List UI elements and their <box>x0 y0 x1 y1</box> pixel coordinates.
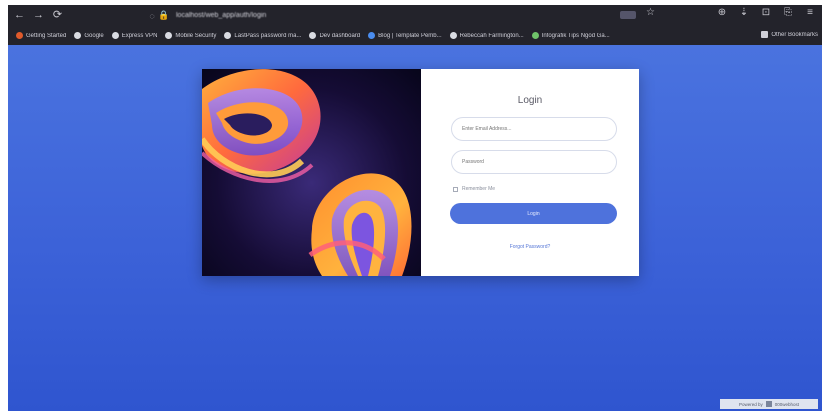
login-button[interactable]: Login <box>450 203 617 224</box>
toolbar-actions: ⊕ ⇣ ⊡ ⎘ ≡ <box>716 7 816 18</box>
bookmark-favicon-icon <box>111 32 119 39</box>
bookmark-item[interactable]: Infografik Tips Ngod Ga... <box>531 32 610 39</box>
library-icon[interactable]: ⎘ <box>782 7 794 18</box>
url-text[interactable]: localhost/web_app/auth/login <box>176 12 266 19</box>
swirl-illustration <box>202 69 412 276</box>
host-logo-icon <box>765 401 772 407</box>
login-form: Login Remember Me Login Forgot Password? <box>421 69 639 276</box>
decorative-artwork <box>202 69 421 276</box>
shield-icon: ◌ <box>149 10 155 21</box>
bookmark-favicon-icon <box>368 32 376 39</box>
bookmark-label: Google <box>84 32 104 39</box>
login-card: Login Remember Me Login Forgot Password? <box>202 69 639 276</box>
remember-label: Remember Me <box>462 186 496 192</box>
email-field[interactable] <box>451 117 617 141</box>
bookmark-item[interactable]: Dev dashboard <box>309 32 360 39</box>
reader-badge-icon[interactable] <box>620 11 636 19</box>
bookmark-item[interactable]: Rebeccah Farmington... <box>449 32 524 39</box>
login-title: Login <box>517 95 543 106</box>
bookmark-item[interactable]: Getting Started <box>16 32 66 39</box>
bookmark-favicon-icon <box>531 32 539 39</box>
extension-icon[interactable]: ⊕ <box>716 7 728 18</box>
page-background: Login Remember Me Login Forgot Password?… <box>8 45 822 411</box>
remember-me[interactable]: Remember Me <box>453 186 495 192</box>
bookmark-star-icon[interactable]: ☆ <box>646 7 655 18</box>
back-icon[interactable]: ← <box>12 8 27 23</box>
bookmark-favicon-icon <box>309 32 317 39</box>
menu-icon[interactable]: ≡ <box>804 7 816 18</box>
bookmark-favicon-icon <box>224 32 232 39</box>
bookmark-label: Blog | Template Pemb... <box>378 32 442 39</box>
bookmark-favicon-icon <box>74 32 82 39</box>
bookmark-label: Express VPN <box>121 32 158 39</box>
bookmark-favicon-icon <box>165 32 173 39</box>
bookmark-favicon-icon <box>16 32 23 39</box>
bookmark-item[interactable]: LastPass password ma... <box>224 32 301 39</box>
bookmark-item[interactable]: Mobile Security <box>165 32 216 39</box>
bookmark-label: LastPass password ma... <box>234 32 302 39</box>
forward-icon[interactable]: → <box>31 8 46 23</box>
account-icon[interactable]: ⊡ <box>760 7 772 18</box>
address-bar[interactable]: ◌ 🔒 localhost/web_app/auth/login <box>146 8 666 23</box>
bookmarks-bar: Getting Started Google Express VPN Mobil… <box>8 26 822 45</box>
reload-icon[interactable]: ⟳ <box>50 8 65 23</box>
bookmark-label: Rebeccah Farmington... <box>459 32 524 39</box>
bookmark-label: Dev dashboard <box>319 32 361 39</box>
bookmark-label: Getting Started <box>26 32 67 39</box>
forgot-password-link[interactable]: Forgot Password? <box>421 244 639 250</box>
bookmark-item[interactable]: Blog | Template Pemb... <box>368 32 442 39</box>
other-bookmarks[interactable]: Other Bookmarks <box>761 31 818 38</box>
bookmark-item[interactable]: Express VPN <box>111 32 158 39</box>
other-bookmarks-label: Other Bookmarks <box>771 31 818 38</box>
download-icon[interactable]: ⇣ <box>738 7 750 18</box>
lock-icon: 🔒 <box>158 10 170 20</box>
bookmark-item[interactable]: Google <box>74 32 104 39</box>
hosting-badge[interactable]: Powered by 000webhost <box>720 399 818 409</box>
browser-toolbar: ← → ⟳ ◌ 🔒 localhost/web_app/auth/login ☆… <box>8 5 822 26</box>
bookmark-label: Mobile Security <box>175 32 217 39</box>
folder-icon <box>761 31 769 38</box>
badge-left-text: Powered by <box>738 401 763 407</box>
password-field[interactable] <box>451 150 617 174</box>
bookmark-favicon-icon <box>449 32 457 39</box>
remember-checkbox[interactable] <box>453 186 458 192</box>
bookmark-label: Infografik Tips Ngod Ga... <box>541 32 610 39</box>
badge-right-text: 000webhost <box>774 401 800 407</box>
